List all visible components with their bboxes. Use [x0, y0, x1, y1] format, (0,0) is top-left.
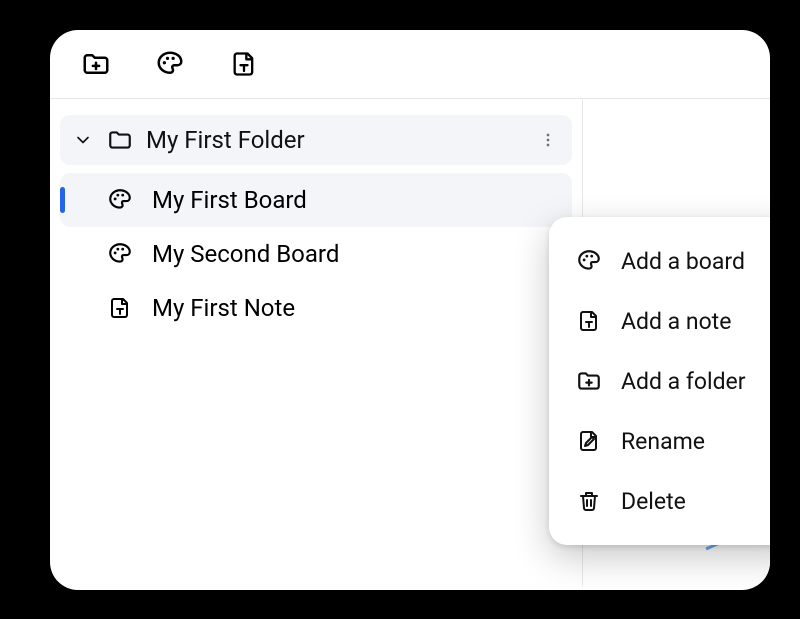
menu-rename[interactable]: Rename	[557, 411, 770, 471]
menu-item-label: Add a board	[621, 248, 745, 275]
folder-icon	[106, 127, 134, 153]
app-window: My First Folder My First Board My Secon	[50, 30, 770, 590]
palette-icon	[575, 248, 603, 274]
toolbar	[50, 30, 770, 99]
chevron-down-icon	[72, 130, 94, 150]
context-menu: Add a board Add a note Add a folder Rena…	[549, 217, 770, 545]
sidebar-item-label: My Second Board	[152, 240, 339, 268]
palette-icon	[106, 241, 134, 267]
new-note-button[interactable]	[228, 48, 260, 80]
folder-plus-icon	[81, 49, 111, 79]
menu-item-label: Add a folder	[621, 368, 746, 395]
menu-item-label: Delete	[621, 488, 686, 515]
folder-plus-icon	[575, 368, 603, 394]
menu-item-label: Rename	[621, 428, 705, 455]
palette-icon	[106, 187, 134, 213]
menu-add-note[interactable]: Add a note	[557, 291, 770, 351]
sidebar-item-first-board[interactable]: My First Board	[60, 173, 572, 227]
trash-icon	[575, 489, 603, 513]
sidebar-item-second-board[interactable]: My Second Board	[60, 227, 572, 281]
folder-label: My First Folder	[146, 126, 524, 154]
new-board-button[interactable]	[154, 48, 186, 80]
folder-more-button[interactable]	[536, 130, 560, 150]
sidebar-item-label: My First Note	[152, 294, 295, 322]
note-icon	[230, 50, 258, 78]
sidebar-item-first-note[interactable]: My First Note	[60, 281, 572, 335]
note-icon	[106, 296, 134, 320]
menu-item-label: Add a note	[621, 308, 731, 335]
menu-delete[interactable]: Delete	[557, 471, 770, 531]
new-folder-button[interactable]	[80, 48, 112, 80]
palette-icon	[155, 49, 185, 79]
sidebar-item-label: My First Board	[152, 186, 307, 214]
note-icon	[575, 309, 603, 333]
sidebar-folder-row[interactable]: My First Folder	[60, 115, 572, 165]
menu-add-board[interactable]: Add a board	[557, 231, 770, 291]
rename-icon	[575, 429, 603, 453]
menu-add-folder[interactable]: Add a folder	[557, 351, 770, 411]
sidebar: My First Folder My First Board My Secon	[50, 99, 583, 586]
